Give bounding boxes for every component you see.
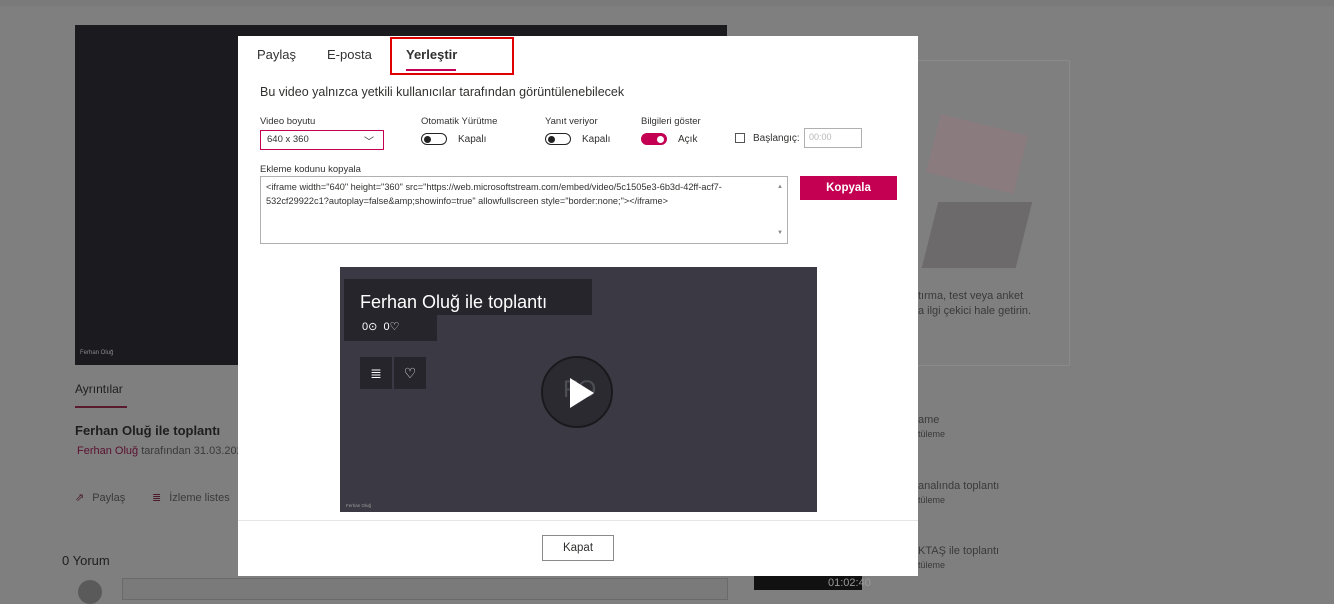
tab-share[interactable]: Paylaş bbox=[257, 47, 296, 62]
play-icon bbox=[570, 378, 594, 408]
preview-title-box: Ferhan Oluğ ile toplantı bbox=[344, 279, 592, 315]
watchlist-action[interactable]: ≣ İzleme listes bbox=[152, 491, 230, 504]
scroll-down-icon[interactable]: ▼ bbox=[777, 226, 783, 240]
byline: Ferhan Oluğ tarafından 31.03.202 bbox=[77, 445, 243, 457]
side-panel-line1: tırma, test veya anket bbox=[918, 290, 1024, 302]
start-time-checkbox[interactable] bbox=[735, 133, 745, 143]
video-size-value: 640 x 360 bbox=[267, 134, 309, 145]
heart-icon: ♡ bbox=[389, 321, 400, 333]
copy-button[interactable]: Kopyala bbox=[800, 176, 897, 200]
footer-divider bbox=[238, 520, 918, 521]
decorative-card-icon bbox=[921, 202, 1033, 268]
autoplay-toggle[interactable] bbox=[421, 133, 447, 145]
highlight-box bbox=[390, 37, 514, 75]
responsive-label: Yanıt veriyor bbox=[545, 116, 598, 127]
add-to-list-icon: ≣ bbox=[152, 492, 162, 504]
add-to-watchlist-icon[interactable]: ≣ bbox=[360, 357, 392, 389]
embed-code-textarea[interactable]: <iframe width="640" height="360" src="ht… bbox=[260, 176, 788, 244]
preview-stats-box: 0⊙ 0♡ bbox=[344, 315, 437, 341]
related-title-3[interactable]: KTAŞ ile toplantı bbox=[918, 545, 999, 557]
related-title-1[interactable]: ame bbox=[918, 414, 939, 426]
start-time-label: Başlangıç: bbox=[753, 133, 800, 144]
byline-author[interactable]: Ferhan Oluğ bbox=[77, 445, 138, 457]
comments-heading: 0 Yorum bbox=[62, 553, 110, 568]
tab-email[interactable]: E-posta bbox=[327, 47, 372, 62]
responsive-toggle[interactable] bbox=[545, 133, 571, 145]
scroll-up-icon[interactable]: ▲ bbox=[777, 180, 783, 194]
preview-caption: Ferhan Oluğ bbox=[346, 503, 372, 508]
avatar bbox=[78, 580, 102, 604]
side-panel-line2: a ilgi çekici hale getirin. bbox=[918, 305, 1032, 317]
access-description: Bu video yalnızca yetkili kullanıcılar t… bbox=[260, 85, 625, 99]
embed-preview[interactable]: Ferhan Oluğ ile toplantı 0⊙ 0♡ ≣ ♡ FO Fe… bbox=[340, 267, 817, 512]
details-tab-underline bbox=[75, 406, 127, 408]
comment-input[interactable] bbox=[122, 578, 728, 600]
play-button[interactable]: FO bbox=[541, 356, 613, 428]
background-video-title: Ferhan Oluğ ile toplantı bbox=[75, 423, 221, 438]
embed-code-text: <iframe width="640" height="360" src="ht… bbox=[266, 182, 722, 206]
details-tab[interactable]: Ayrıntılar bbox=[75, 382, 123, 396]
byline-date: tarafından 31.03.202 bbox=[138, 445, 243, 457]
start-time-input[interactable]: 00:00 bbox=[804, 128, 862, 148]
video-size-label: Video boyutu bbox=[260, 116, 316, 127]
related-sub-1: tüleme bbox=[918, 429, 946, 439]
like-heart-icon[interactable]: ♡ bbox=[394, 357, 426, 389]
responsive-state: Kapalı bbox=[582, 134, 611, 145]
preview-stats: 0⊙ 0♡ bbox=[362, 321, 400, 333]
show-info-state: Açık bbox=[678, 134, 698, 145]
background-video-caption: Ferhan Oluğ bbox=[80, 350, 114, 356]
related-sub-2: tüleme bbox=[918, 495, 946, 505]
autoplay-label: Otomatik Yürütme bbox=[421, 116, 498, 127]
video-size-select[interactable]: 640 x 360 ﹀ bbox=[260, 130, 384, 150]
related-title-2[interactable]: analında toplantı bbox=[918, 480, 999, 492]
views-icon: ⊙ bbox=[368, 321, 378, 333]
chevron-down-icon: ﹀ bbox=[364, 137, 374, 148]
embed-code-label: Ekleme kodunu kopyala bbox=[260, 164, 361, 175]
preview-title: Ferhan Oluğ ile toplantı bbox=[360, 292, 548, 312]
autoplay-state: Kapalı bbox=[458, 134, 487, 145]
related-sub-3: tüleme bbox=[918, 560, 946, 570]
show-info-toggle[interactable] bbox=[641, 133, 667, 145]
thumbnail-duration: 01:02:40 bbox=[828, 577, 871, 589]
show-info-label: Bilgileri göster bbox=[641, 116, 701, 127]
share-dialog: Paylaş E-posta Yerleştir Bu video yalnız… bbox=[238, 36, 918, 576]
close-button[interactable]: Kapat bbox=[542, 535, 614, 561]
top-bar bbox=[0, 0, 1334, 6]
share-action[interactable]: ⇗ Paylaş bbox=[75, 491, 125, 504]
share-icon: ⇗ bbox=[75, 492, 85, 504]
